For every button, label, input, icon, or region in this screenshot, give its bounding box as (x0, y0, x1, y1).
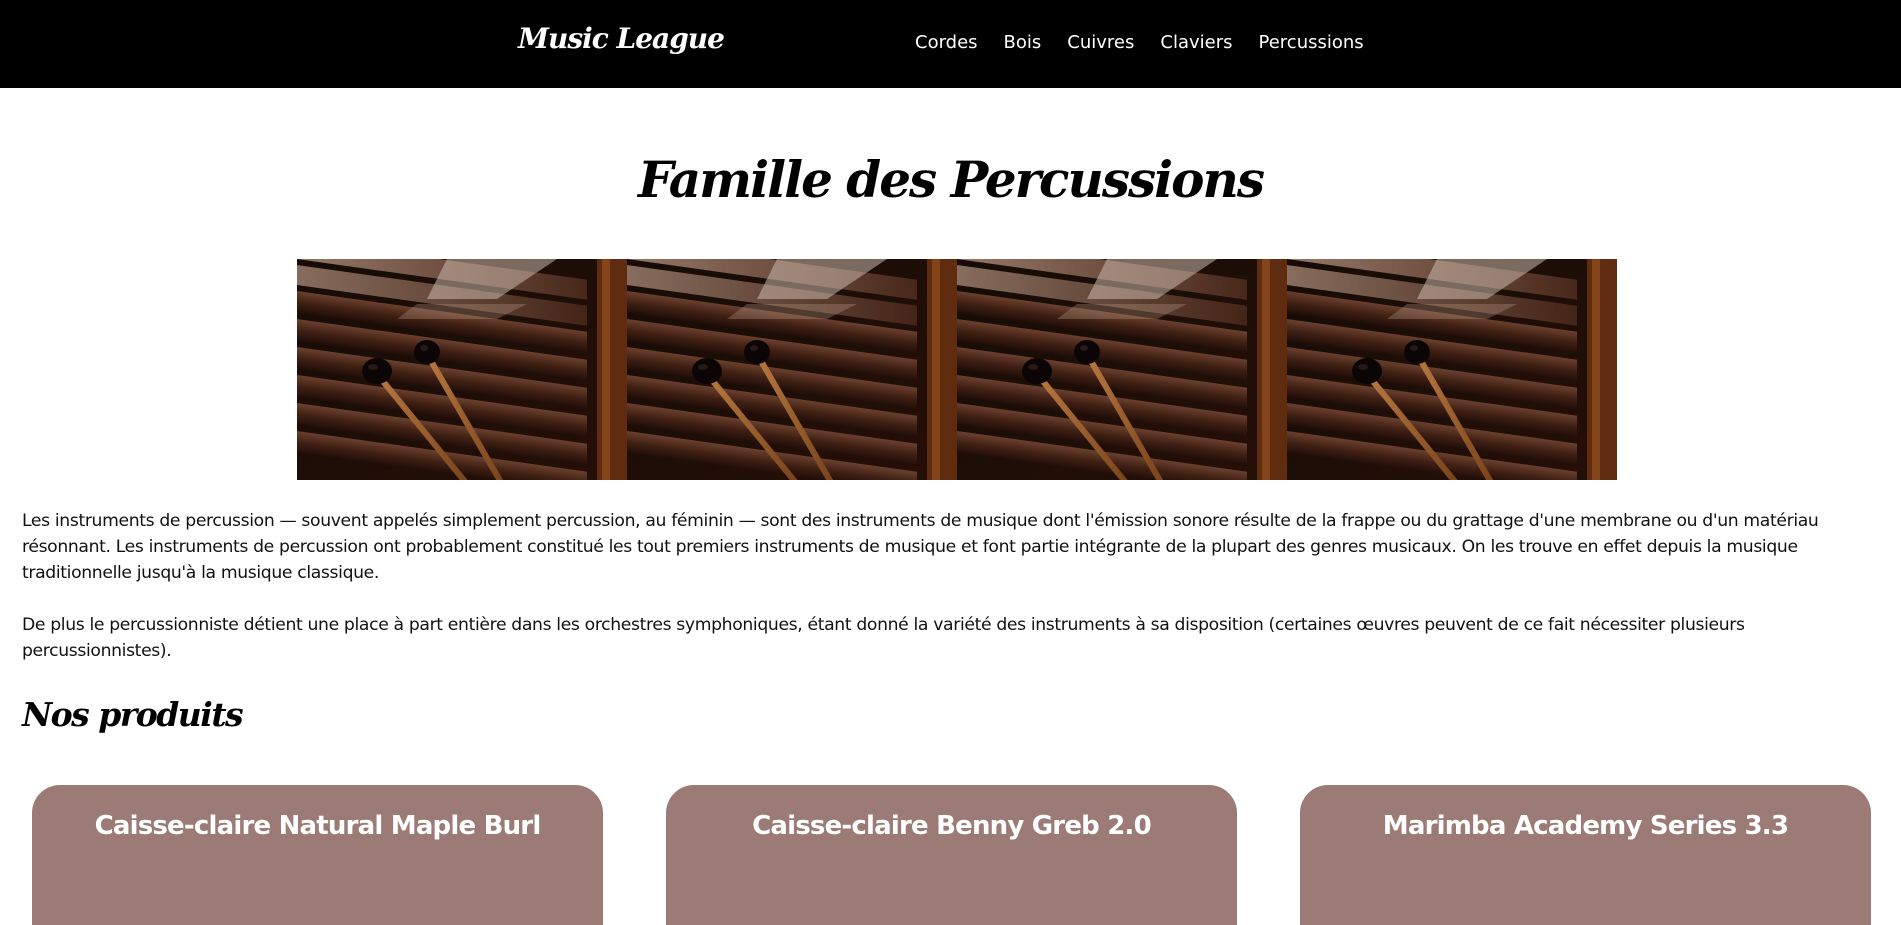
product-card[interactable]: Caisse-claire Benny Greb 2.0 (666, 785, 1237, 925)
marimba-image (1287, 259, 1617, 480)
intro-paragraph: Les instruments de percussion — souvent … (22, 511, 1819, 583)
nav-link-cordes[interactable]: Cordes (915, 32, 978, 53)
product-card[interactable]: Caisse-claire Natural Maple Burl (32, 785, 603, 925)
marimba-image (297, 259, 627, 480)
intro-text: Les instruments de percussion — souvent … (22, 508, 1880, 690)
nav-link-bois[interactable]: Bois (1004, 32, 1042, 53)
nav-link-claviers[interactable]: Claviers (1160, 32, 1232, 53)
site-logo[interactable]: Music League (518, 22, 725, 55)
product-name: Caisse-claire Natural Maple Burl (94, 811, 542, 841)
percussion-banner (297, 259, 1617, 480)
main-nav: Cordes Bois Cuivres Claviers Percussions (915, 32, 1390, 53)
navbar: Music League Cordes Bois Cuivres Clavier… (0, 0, 1901, 88)
marimba-image (957, 259, 1287, 480)
intro-paragraph: De plus le percussionniste détient une p… (22, 615, 1745, 661)
nav-link-cuivres[interactable]: Cuivres (1067, 32, 1134, 53)
product-name: Marimba Academy Series 3.3 (1382, 811, 1789, 841)
nav-link-percussions[interactable]: Percussions (1259, 32, 1364, 53)
marimba-image (627, 259, 957, 480)
product-card[interactable]: Marimba Academy Series 3.3 (1300, 785, 1871, 925)
product-name: Caisse-claire Benny Greb 2.0 (752, 811, 1152, 841)
page-title: Famille des Percussions (638, 150, 1265, 209)
products-heading: Nos produits (22, 695, 244, 734)
